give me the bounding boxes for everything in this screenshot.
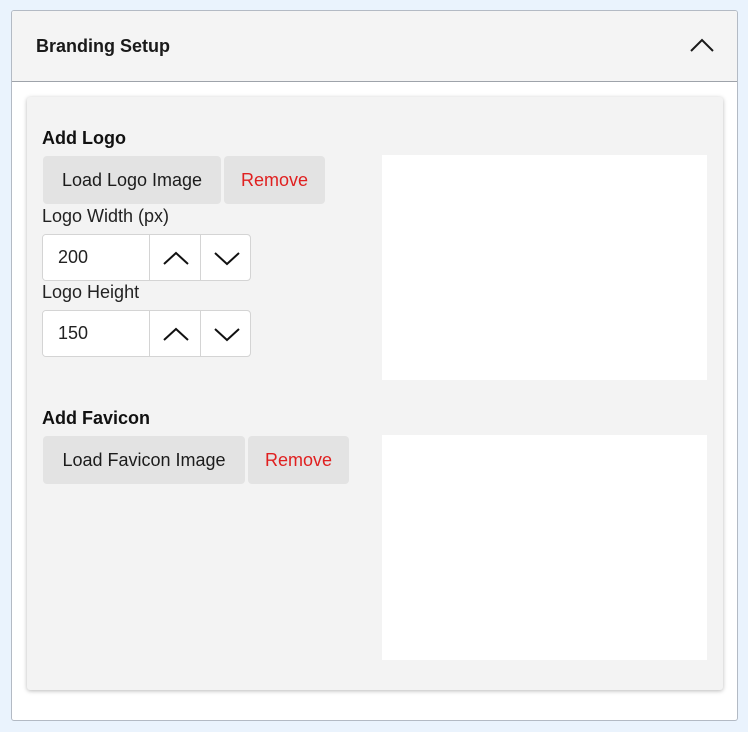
panel-header[interactable]: Branding Setup: [12, 11, 737, 82]
load-favicon-button[interactable]: Load Favicon Image: [43, 436, 245, 484]
chevron-up-icon: [163, 251, 189, 265]
logo-preview-area: [382, 155, 707, 380]
branding-setup-panel: Branding Setup Add Logo Load Logo Image …: [11, 10, 738, 721]
add-favicon-heading: Add Favicon: [42, 408, 151, 428]
remove-logo-button[interactable]: Remove: [224, 156, 325, 204]
logo-width-label: Logo Width (px): [42, 206, 170, 226]
logo-width-stepper: [42, 234, 251, 281]
branding-card: Add Logo Load Logo Image Remove Logo Wid…: [27, 97, 723, 690]
chevron-up-icon[interactable]: [689, 35, 715, 57]
logo-width-decrement-button[interactable]: [200, 235, 250, 280]
chevron-up-icon: [163, 327, 189, 341]
logo-height-stepper: [42, 310, 251, 357]
logo-height-label: Logo Height: [42, 282, 140, 302]
favicon-preview-area: [382, 435, 707, 660]
remove-favicon-button[interactable]: Remove: [248, 436, 349, 484]
logo-height-increment-button[interactable]: [149, 311, 200, 356]
logo-height-decrement-button[interactable]: [200, 311, 250, 356]
load-logo-button[interactable]: Load Logo Image: [43, 156, 221, 204]
add-logo-heading: Add Logo: [42, 128, 126, 148]
logo-height-input[interactable]: [43, 311, 149, 356]
chevron-down-icon: [214, 252, 240, 266]
panel-title: Branding Setup: [36, 36, 170, 56]
logo-width-input[interactable]: [43, 235, 149, 280]
logo-width-increment-button[interactable]: [149, 235, 200, 280]
chevron-down-icon: [214, 328, 240, 342]
